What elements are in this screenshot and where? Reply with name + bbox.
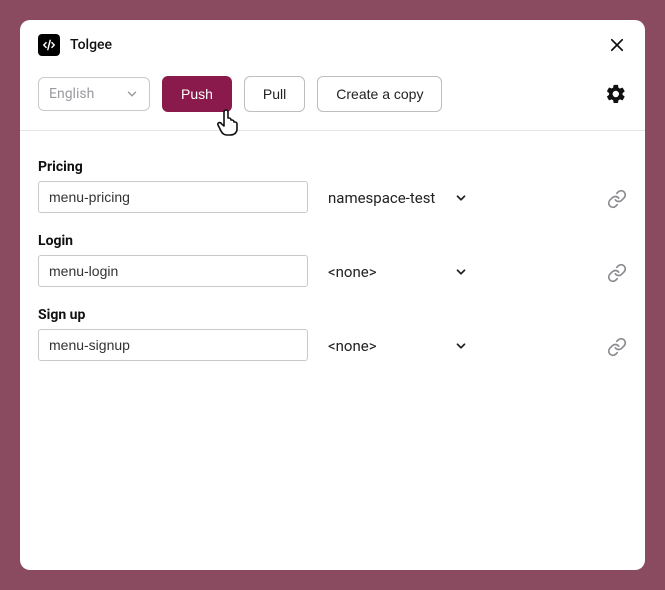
app-window: Tolgee English Push Pull Create a copy P… [20, 20, 645, 570]
link-button[interactable] [607, 263, 627, 283]
namespace-select[interactable]: namespace-test [328, 189, 468, 213]
namespace-value: <none> [328, 337, 377, 355]
namespace-value: namespace-test [328, 189, 435, 207]
key-field: Sign up [38, 307, 308, 361]
link-cell [488, 189, 627, 213]
chevron-down-icon [454, 191, 468, 205]
key-label: Pricing [38, 159, 308, 175]
link-cell [488, 263, 627, 287]
close-button[interactable] [607, 35, 627, 55]
content-area: Pricing namespace-test Login <none> [20, 131, 645, 570]
namespace-value: <none> [328, 263, 377, 281]
close-icon [608, 36, 626, 54]
link-button[interactable] [607, 337, 627, 357]
app-title: Tolgee [70, 37, 112, 53]
app-icon [38, 34, 60, 56]
titlebar: Tolgee [20, 20, 645, 66]
chevron-down-icon [454, 265, 468, 279]
toolbar: English Push Pull Create a copy [20, 66, 645, 131]
chevron-down-icon [125, 87, 139, 101]
push-button[interactable]: Push [162, 76, 232, 112]
key-input[interactable] [38, 329, 308, 361]
link-icon [607, 189, 627, 209]
key-label: Login [38, 233, 308, 249]
pull-button[interactable]: Pull [244, 76, 305, 112]
chevron-down-icon [454, 339, 468, 353]
key-label: Sign up [38, 307, 308, 323]
key-field: Pricing [38, 159, 308, 213]
create-copy-button[interactable]: Create a copy [317, 76, 442, 112]
gear-icon [605, 83, 627, 105]
key-input[interactable] [38, 255, 308, 287]
link-button[interactable] [607, 189, 627, 209]
key-row: Login <none> [38, 233, 627, 287]
key-input[interactable] [38, 181, 308, 213]
key-field: Login [38, 233, 308, 287]
key-row: Sign up <none> [38, 307, 627, 361]
link-cell [488, 337, 627, 361]
link-icon [607, 337, 627, 357]
namespace-select[interactable]: <none> [328, 263, 468, 287]
settings-button[interactable] [605, 83, 627, 105]
language-select[interactable]: English [38, 77, 150, 111]
link-icon [607, 263, 627, 283]
language-value: English [49, 86, 94, 102]
namespace-select[interactable]: <none> [328, 337, 468, 361]
key-row: Pricing namespace-test [38, 159, 627, 213]
